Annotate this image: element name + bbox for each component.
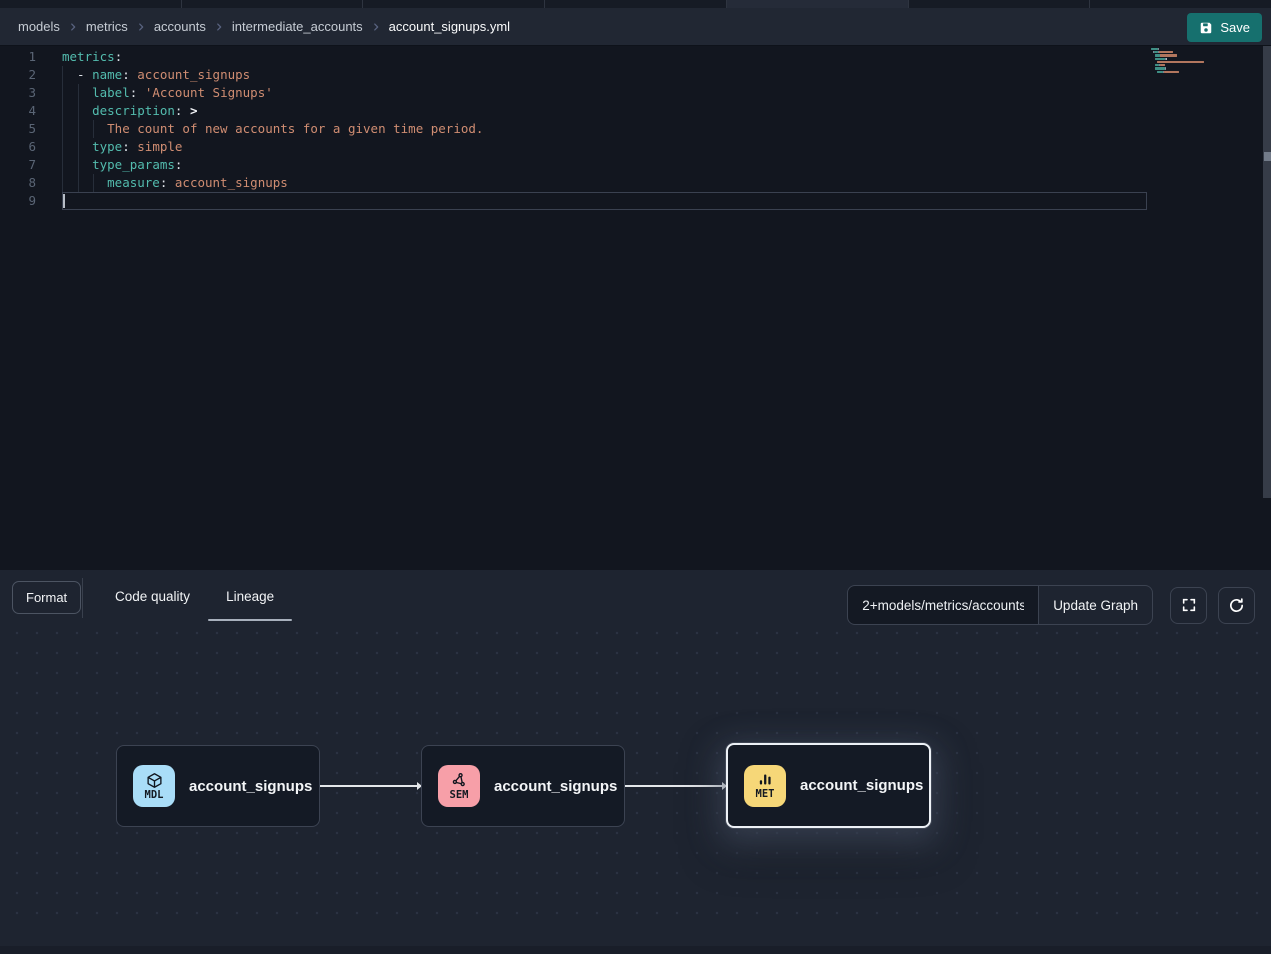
code-line[interactable]: 1 metrics: <box>0 48 483 66</box>
chevron-right-icon <box>136 22 146 32</box>
lineage-filter-input[interactable] <box>847 585 1039 625</box>
minimap[interactable] <box>1151 48 1211 77</box>
window-tab[interactable] <box>727 0 909 8</box>
breadcrumb-item[interactable]: metrics <box>86 19 128 34</box>
breadcrumb: models metrics accounts intermediate_accoun… <box>18 19 510 34</box>
line-number: 3 <box>0 84 36 102</box>
minimap-line <box>1151 67 1211 69</box>
breadcrumb-item[interactable]: intermediate_accounts <box>232 19 363 34</box>
met-badge: MET <box>744 765 786 807</box>
code-text: metrics: <box>62 48 122 66</box>
chevron-right-icon <box>371 22 381 32</box>
line-number: 6 <box>0 138 36 156</box>
update-graph-button[interactable]: Update Graph <box>1038 585 1153 625</box>
minimap-line <box>1151 54 1211 56</box>
window-tab[interactable] <box>182 0 364 8</box>
code-text: type: simple <box>62 138 182 156</box>
code-line[interactable]: 5 The count of new accounts for a given … <box>0 120 483 138</box>
line-number: 4 <box>0 102 36 120</box>
node-label: account_signups <box>189 778 312 795</box>
refresh-icon <box>1228 597 1245 614</box>
minimap-line <box>1151 64 1211 66</box>
refresh-button[interactable] <box>1218 587 1255 624</box>
minimap-line <box>1151 61 1211 63</box>
code-line[interactable]: 8 measure: account_signups <box>0 174 483 192</box>
code-text: label: 'Account Signups' <box>62 84 273 102</box>
lineage-node-sem[interactable]: SEM account_signups <box>421 745 625 827</box>
code-line[interactable]: 7 type_params: <box>0 156 483 174</box>
breadcrumb-item[interactable]: accounts <box>154 19 206 34</box>
window-tab[interactable] <box>1090 0 1271 8</box>
tab-lineage[interactable]: Lineage <box>208 570 292 622</box>
lineage-node-mdl[interactable]: MDL account_signups <box>116 745 320 827</box>
tab-code-quality[interactable]: Code quality <box>97 570 208 622</box>
text-cursor <box>63 194 65 208</box>
node-label: account_signups <box>494 778 617 795</box>
window-tab[interactable] <box>0 0 182 8</box>
breadcrumb-bar: models metrics accounts intermediate_accoun… <box>0 8 1271 46</box>
code-text: The count of new accounts for a given ti… <box>62 120 483 138</box>
fullscreen-icon <box>1181 597 1197 613</box>
model-cube-icon <box>146 772 163 789</box>
line-number: 7 <box>0 156 36 174</box>
minimap-line <box>1151 48 1211 50</box>
code-text: - name: account_signups <box>62 66 250 84</box>
save-icon <box>1199 21 1213 35</box>
panel-tabs: Code qualityLineage <box>97 570 292 622</box>
breadcrumb-item[interactable]: account_signups.yml <box>389 19 510 34</box>
scrollbar-thumb[interactable] <box>1264 152 1271 161</box>
save-button[interactable]: Save <box>1187 13 1262 42</box>
mdl-badge: MDL <box>133 765 175 807</box>
badge-type-label: MET <box>756 789 775 800</box>
node-label: account_signups <box>800 777 923 794</box>
chevron-right-icon <box>68 22 78 32</box>
minimap-line <box>1151 51 1211 53</box>
window-tabstrip <box>0 0 1271 8</box>
code-text: measure: account_signups <box>62 174 288 192</box>
badge-type-label: SEM <box>450 790 469 801</box>
badge-type-label: MDL <box>145 790 164 801</box>
line-number: 8 <box>0 174 36 192</box>
bottom-panel: Format Code qualityLineage Update Graph <box>0 570 1271 954</box>
header-divider <box>82 578 83 618</box>
minimap-line <box>1151 71 1211 73</box>
code-line[interactable]: 6 type: simple <box>0 138 483 156</box>
minimap-line <box>1151 74 1211 76</box>
fullscreen-button[interactable] <box>1170 587 1207 624</box>
lineage-controls: Update Graph <box>847 585 1255 625</box>
lineage-canvas[interactable]: Update Graph <box>0 630 1271 916</box>
current-line-highlight <box>62 192 1147 210</box>
bottom-strip <box>0 946 1271 954</box>
sem-badge: SEM <box>438 765 480 807</box>
lineage-node-met[interactable]: MET account_signups <box>726 743 931 828</box>
code-area[interactable]: 1metrics:2 - name: account_signups3 labe… <box>0 48 483 210</box>
breadcrumb-item[interactable]: models <box>18 19 60 34</box>
semantic-node-icon <box>451 772 468 789</box>
chevron-right-icon <box>214 22 224 32</box>
lineage-edge <box>320 785 421 787</box>
line-number: 2 <box>0 66 36 84</box>
window-tab[interactable] <box>909 0 1091 8</box>
code-line[interactable]: 2 - name: account_signups <box>0 66 483 84</box>
lineage-edge <box>625 785 726 787</box>
code-line[interactable]: 3 label: 'Account Signups' <box>0 84 483 102</box>
save-button-label: Save <box>1220 20 1250 35</box>
window-tab[interactable] <box>545 0 727 8</box>
code-line[interactable]: 4 description: > <box>0 102 483 120</box>
line-number: 1 <box>0 48 36 66</box>
line-number: 9 <box>0 192 36 210</box>
code-text: type_params: <box>62 156 182 174</box>
code-editor[interactable]: 1metrics:2 - name: account_signups3 labe… <box>0 46 1271 570</box>
minimap-line <box>1151 58 1211 60</box>
metric-chart-icon <box>757 771 774 788</box>
window-tab[interactable] <box>363 0 545 8</box>
code-text: description: > <box>62 102 198 120</box>
line-number: 5 <box>0 120 36 138</box>
format-button[interactable]: Format <box>12 581 81 614</box>
app-root: models metrics accounts intermediate_accoun… <box>0 0 1271 954</box>
editor-scrollbar[interactable] <box>1263 46 1271 498</box>
